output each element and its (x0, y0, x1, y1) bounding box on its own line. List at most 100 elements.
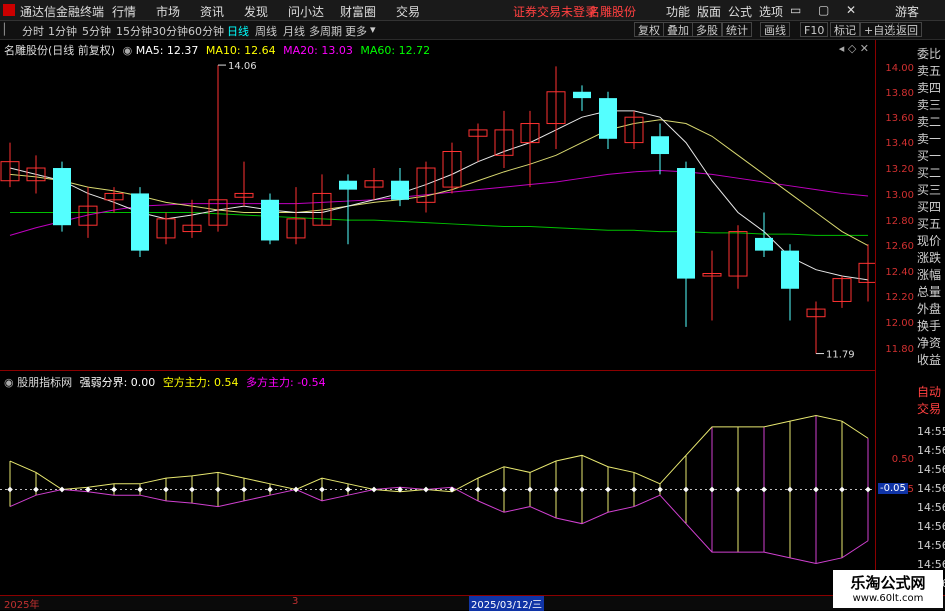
back-button[interactable]: 返回 (892, 22, 922, 37)
watermark-title: 乐淘公式网 (850, 574, 926, 592)
mark-button[interactable]: 标记 (830, 22, 860, 37)
auto-trade-button[interactable]: 交易 (917, 400, 945, 417)
multi-stock-button[interactable]: 多股 (692, 22, 722, 37)
axis-tick: 11.80 (885, 344, 914, 355)
menu-news[interactable]: 资讯 (200, 3, 224, 20)
tab-period-5min[interactable]: 5分钟 (82, 23, 111, 39)
zero-dot (267, 486, 273, 493)
menu-trade[interactable]: 交易 (396, 3, 420, 20)
menu-function[interactable]: 功能 (666, 3, 690, 20)
zero-dot (787, 486, 793, 493)
axis-tick: 13.80 (885, 88, 914, 99)
more-dropdown-icon[interactable]: ▾ (370, 23, 376, 36)
indicator-chart[interactable] (0, 372, 875, 594)
overlay-button[interactable]: 叠加 (663, 22, 693, 37)
zero-dot (657, 486, 663, 493)
tick-time: 14:55 (917, 425, 945, 438)
close-icon[interactable]: ✕ (846, 3, 856, 17)
quote-field-label: 买二 (917, 166, 942, 180)
site-watermark: 乐淘公式网 www.60lt.com (833, 570, 943, 608)
tick-time: 14:56 (917, 539, 945, 552)
axis-tick: 13.20 (885, 164, 914, 175)
title-bar: 通达信金融终端 行情 市场 资讯 发现 问小达 财富圈 交易 证券交易未登录 名… (0, 0, 945, 21)
candle-body-down (261, 199, 279, 241)
tick-time: 14:56 (917, 520, 945, 533)
candle-body-down (53, 168, 71, 226)
zero-dot (345, 486, 351, 493)
zero-dot (501, 486, 507, 493)
zero-dot (33, 486, 39, 493)
zero-dot (579, 486, 585, 493)
zero-dot (163, 486, 169, 493)
zero-dot (7, 486, 13, 493)
zero-dot (319, 486, 325, 493)
menu-wealth[interactable]: 财富圈 (340, 3, 376, 20)
guest-label[interactable]: 游客 (895, 3, 919, 20)
zero-dot (631, 486, 637, 493)
candle-body-down (131, 193, 149, 251)
indicator-panel[interactable]: ◉ 股朋指标网 强弱分界: 0.00 空方主力: 0.54 多方主力: -0.5… (0, 372, 875, 594)
tab-period-more[interactable]: 更多 (345, 23, 367, 39)
quote-field-label: 卖四 (917, 81, 942, 95)
zero-dot (527, 486, 533, 493)
f10-button[interactable]: F10 (800, 22, 829, 37)
restore-icon[interactable]: ▢ (818, 3, 829, 17)
tab-period-intraday[interactable]: 分时 (22, 23, 44, 39)
tick-time: 14:56 (917, 482, 945, 495)
menu-market[interactable]: 市场 (156, 3, 180, 20)
zero-dot (371, 486, 377, 493)
quote-field-label: 卖五 (917, 64, 942, 78)
quote-side-panel: 委比 卖五 卖四 卖三 卖二 卖一 买一 买二 买三 买四 买五 现价 涨跌 涨幅 总量 外盘 换手 净资 收益 自动… (917, 40, 945, 595)
zero-dot (839, 486, 845, 493)
tab-period-multi[interactable]: 多周期 (309, 23, 342, 39)
zero-dot (865, 486, 871, 493)
menu-market-quotes[interactable]: 行情 (112, 3, 136, 20)
adjust-button[interactable]: 复权 (634, 22, 664, 37)
period-toolbar: ▏ 分时 1分钟 5分钟 15分钟 30分钟 60分钟 日线 周线 月线 多周期… (0, 21, 945, 40)
tick-time: 14:56 (917, 501, 945, 514)
candle-body-down (677, 168, 695, 279)
tab-period-1min[interactable]: 1分钟 (48, 23, 77, 39)
minimize-icon[interactable]: ▭ (790, 3, 801, 17)
statistics-button[interactable]: 统计 (722, 22, 752, 37)
short-main-line (9, 414, 869, 493)
toolbar-collapse-icon[interactable]: ▏ (4, 23, 12, 36)
zero-dot (241, 486, 247, 493)
draw-line-button[interactable]: 画线 (760, 22, 790, 37)
menu-layout[interactable]: 版面 (697, 3, 721, 20)
menu-discover[interactable]: 发现 (244, 3, 268, 20)
tab-period-daily[interactable]: 日线 (227, 23, 249, 39)
axis-tick: 14.00 (885, 63, 914, 74)
zero-dot (761, 486, 767, 493)
watermark-url: www.60lt.com (852, 593, 924, 604)
auto-trade-button[interactable]: 自动 (917, 383, 945, 400)
quote-field-label: 买三 (917, 183, 942, 197)
current-indicator-value: -0.05 (878, 483, 908, 494)
menu-formula[interactable]: 公式 (728, 3, 752, 20)
tick-time: 14:56 (917, 463, 945, 476)
kline-panel[interactable]: 名雕股份(日线 前复权) ◉ MA5: 12.37 MA10: 12.64 MA… (0, 40, 875, 370)
quote-field-label: 总量 (917, 285, 942, 299)
zero-dot (813, 486, 819, 493)
quote-field-label: 买一 (917, 149, 942, 163)
trade-login-notice[interactable]: 证券交易未登录 (513, 3, 597, 20)
quote-field-label: 净资 (917, 336, 942, 350)
kline-chart[interactable]: 14.06 11.79 (0, 40, 875, 370)
app-logo-icon (3, 4, 15, 16)
tab-period-60min[interactable]: 60分钟 (188, 23, 224, 39)
zero-dot (423, 486, 429, 493)
menu-ask[interactable]: 问小达 (288, 3, 324, 20)
panel-divider (0, 370, 875, 371)
zero-dot (475, 486, 481, 493)
tab-period-weekly[interactable]: 周线 (255, 23, 277, 39)
tab-period-30min[interactable]: 30分钟 (152, 23, 188, 39)
zero-dot (605, 486, 611, 493)
zero-dot (553, 486, 559, 493)
tab-period-15min[interactable]: 15分钟 (116, 23, 152, 39)
zero-dot (215, 486, 221, 493)
menu-options[interactable]: 选项 (759, 3, 783, 20)
low-label: 11.79 (826, 350, 855, 361)
tab-period-monthly[interactable]: 月线 (283, 23, 305, 39)
date-axis: 2025年 3 2025/03/12/三 (0, 595, 945, 611)
tick-time: 14:56 (917, 444, 945, 457)
